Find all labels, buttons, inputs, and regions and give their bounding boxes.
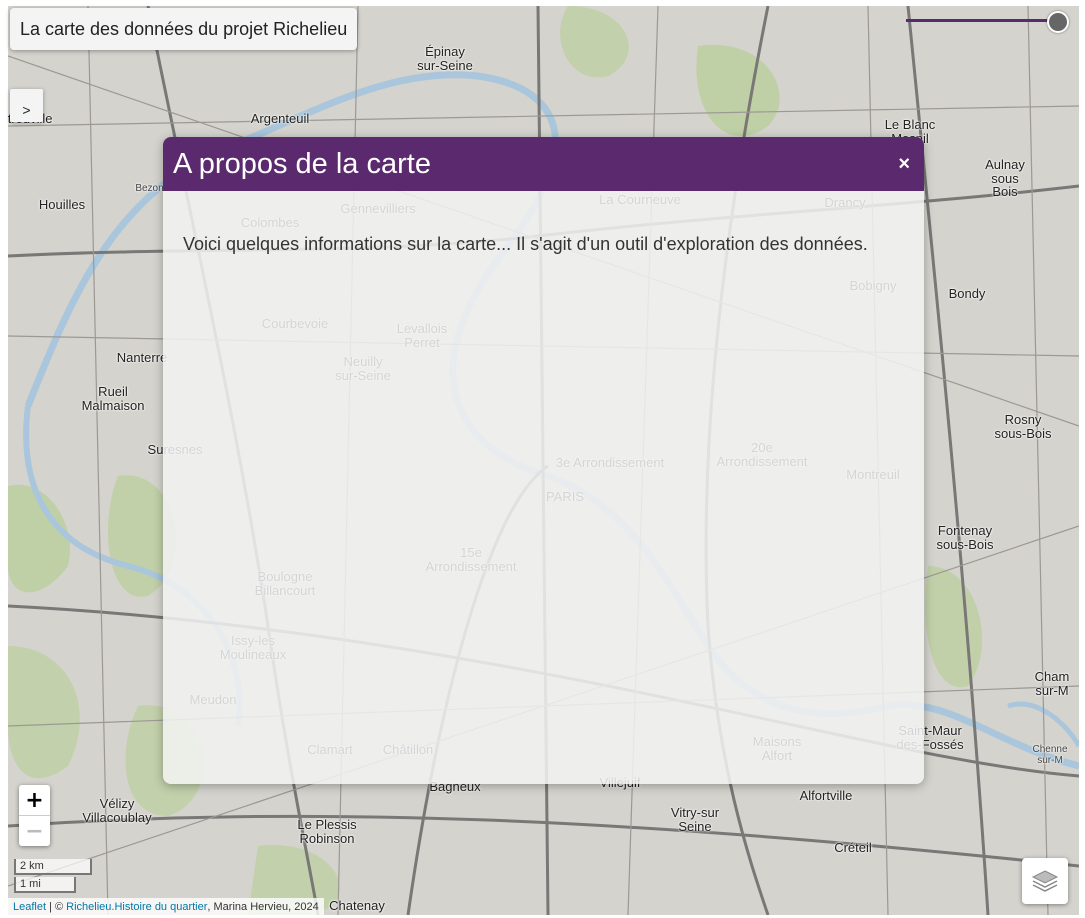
source-link[interactable]: Richelieu.Histoire du quartier — [66, 901, 207, 913]
map-title: La carte des données du projet Richelieu — [10, 8, 358, 50]
modal-title: A propos de la carte — [173, 147, 431, 180]
map-place-label: Nanterre — [116, 350, 168, 365]
layers-icon — [1031, 870, 1059, 892]
time-slider[interactable] — [906, 8, 1069, 34]
attribution-sep: | © — [46, 900, 67, 913]
scale-metric: 2 km — [14, 859, 92, 875]
map-place-label: Le Plessis Robinson — [297, 817, 357, 846]
sidebar-toggle-button[interactable]: > — [10, 89, 43, 122]
layers-button[interactable] — [1022, 858, 1068, 904]
about-modal: A propos de la carte × Voici quelques in… — [163, 137, 924, 784]
map-place-label: Rueil Malmaison — [81, 384, 145, 413]
map-title-text: La carte des données du projet Richelieu — [20, 18, 348, 39]
map-place-label: Épinay sur-Seine — [417, 44, 473, 73]
map-place-label: Argenteuil — [250, 111, 310, 126]
map-place-label: Alfortville — [799, 788, 853, 803]
zoom-out-button[interactable]: − — [19, 816, 50, 846]
attribution: Leaflet | © Richelieu.Histoire du quarti… — [8, 898, 324, 915]
zoom-in-button[interactable]: + — [19, 785, 50, 816]
modal-header: A propos de la carte × — [163, 137, 924, 191]
map-place-label: Cham sur-M — [1034, 669, 1070, 698]
map-place-label: Chenne sur-M — [1032, 744, 1068, 766]
zoom-control: + − — [19, 785, 50, 846]
map-place-label: Aulnay sous Bois — [985, 157, 1025, 200]
map-place-label: Fontenay sous-Bois — [936, 523, 994, 552]
map-place-label: Créteil — [834, 840, 872, 855]
attribution-author: , Marina Hervieu, 2024 — [207, 900, 319, 913]
scale-imperial: 1 mi — [14, 877, 76, 893]
chevron-right-icon: > — [22, 102, 31, 118]
map-place-label: Bondy — [948, 286, 986, 301]
leaflet-link[interactable]: Leaflet — [13, 901, 46, 913]
modal-body-text: Voici quelques informations sur la carte… — [183, 234, 868, 254]
map-place-label: Houilles — [38, 197, 86, 212]
map-place-label: Vélizy Villacoublay — [82, 796, 152, 825]
map-place-label: Rosny sous-Bois — [994, 412, 1052, 441]
map-place-label: Chatenay — [329, 898, 385, 913]
map-place-label: Vitry-sur Seine — [670, 805, 720, 834]
slider-thumb[interactable] — [1047, 11, 1069, 33]
close-icon[interactable]: × — [894, 151, 914, 178]
slider-track[interactable] — [906, 19, 1056, 22]
